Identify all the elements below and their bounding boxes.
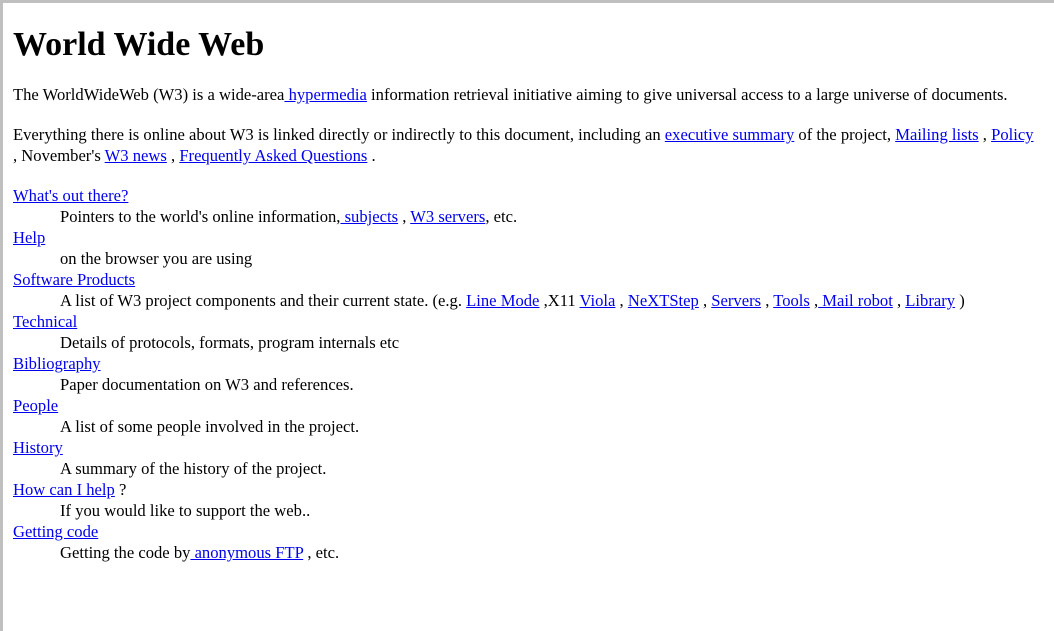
summary-text: of the project, [794,125,896,144]
description-text: , [398,207,411,226]
list-description: on the browser you are using [60,249,253,268]
description-text: , etc. [303,543,340,562]
description-text: , [761,291,774,310]
how-can-i-help-link[interactable]: How can I help [13,480,115,499]
list-description: Paper documentation on W3 and references… [60,375,354,394]
list-description: Pointers to the world's online informati… [60,206,1054,227]
software-products-link[interactable]: Software Products [13,270,135,289]
library-link[interactable]: Library [905,291,955,310]
description-text: ) [955,291,965,310]
mailing-lists-link[interactable]: Mailing lists [895,125,978,144]
list-description: A summary of the history of the project. [60,459,327,478]
executive-summary-link[interactable]: executive summary [665,125,794,144]
intro-text-end: information retrieval initiative aiming … [366,85,1008,104]
faq-link[interactable]: Frequently Asked Questions [179,146,367,165]
hypermedia-link[interactable]: hypermedia [284,85,367,104]
bibliography-link[interactable]: Bibliography [13,354,101,373]
viola-link[interactable]: Viola [580,291,616,310]
mail-robot-link[interactable]: Mail robot [818,291,893,310]
list-description: A list of W3 project components and thei… [60,290,1054,311]
description-text: , etc. [485,207,518,226]
summary-text: , [166,146,180,165]
description-text: Pointers to the world's online informati… [60,207,341,226]
nextstep-link[interactable]: NeXTStep [628,291,699,310]
summary-text: Everything there is online about W3 is l… [13,125,665,144]
topic-list: What's out there? Pointers to the world'… [13,185,1054,563]
policy-link[interactable]: Policy [991,125,1033,144]
summary-text: , [978,125,992,144]
list-term: Help [13,227,1054,248]
tools-link[interactable]: Tools [773,291,810,310]
description-text: ,X11 [539,291,580,310]
description-text: , [809,291,819,310]
list-description: If you would like to support the web.. [60,501,311,520]
getting-code-link[interactable]: Getting code [13,522,98,541]
term-suffix: ? [114,480,127,499]
list-term: How can I help ? [13,479,1054,500]
summary-text: . [367,146,376,165]
people-link[interactable]: People [13,396,58,415]
list-description: Getting the code by anonymous FTP , etc. [60,542,1054,563]
list-term: Bibliography [13,353,1054,374]
list-term: Getting code [13,521,1054,542]
browser-page: World Wide Web The WorldWideWeb (W3) is … [0,0,1054,631]
description-text: Getting the code by [60,543,191,562]
list-term: Software Products [13,269,1054,290]
whats-out-there-link[interactable]: What's out there? [13,186,128,205]
intro-text: The WorldWideWeb (W3) is a wide-area [13,85,285,104]
page-title: World Wide Web [13,26,265,63]
description-text: , [698,291,712,310]
list-description: Details of protocols, formats, program i… [60,333,400,352]
w3-news-link[interactable]: W3 news [105,146,167,165]
w3-servers-link[interactable]: W3 servers [410,207,485,226]
description-text: , [892,291,906,310]
anonymous-ftp-link[interactable]: anonymous FTP [190,543,304,562]
subjects-link[interactable]: subjects [340,207,398,226]
history-link[interactable]: History [13,438,63,457]
list-term: What's out there? [13,185,1054,206]
servers-link[interactable]: Servers [711,291,761,310]
help-link[interactable]: Help [13,228,45,247]
intro-paragraph: The WorldWideWeb (W3) is a wide-area hyp… [13,84,1054,105]
list-term: Technical [13,311,1054,332]
line-mode-link[interactable]: Line Mode [466,291,539,310]
description-text: , [615,291,628,310]
summary-text: , November's [13,146,105,165]
summary-paragraph: Everything there is online about W3 is l… [13,124,1054,166]
description-text: A list of W3 project components and thei… [60,291,467,310]
list-term: History [13,437,1054,458]
technical-link[interactable]: Technical [13,312,77,331]
list-term: People [13,395,1054,416]
list-description: A list of some people involved in the pr… [60,417,360,436]
